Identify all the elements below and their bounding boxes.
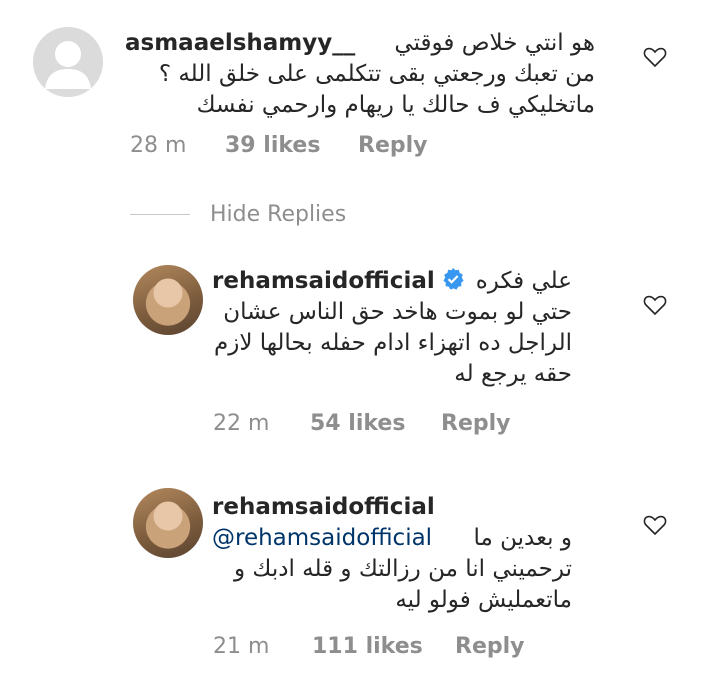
user-silhouette-icon — [45, 41, 91, 89]
divider — [130, 213, 190, 215]
comment-text: rehamsaidofficial علي فكره حتي لو بموت ه… — [212, 266, 572, 390]
heart-icon[interactable] — [643, 514, 667, 536]
comment-1: asmaaelshamyy__ هو انتي خلاص فوقتي من تع… — [0, 0, 710, 170]
comment-time: 21 m — [213, 634, 270, 659]
comment-line: حتي لو بموت هاخد حق الناس عشان — [223, 299, 572, 325]
heart-icon[interactable] — [643, 294, 667, 316]
mention-link[interactable]: @rehamsaidofficial — [212, 523, 432, 554]
comment-username[interactable]: rehamsaidofficial — [212, 492, 572, 523]
comment-line: حقه يرجع له — [454, 361, 572, 387]
comment-line: الراجل ده اتهزاء ادام حفله بحالها لازم — [214, 330, 572, 356]
likes-count[interactable]: 39 likes — [225, 133, 351, 158]
comment-meta: 21 m 111 likes Reply — [213, 634, 525, 659]
comment-line: ترحميني انا من رزالتك و قله ادبك و — [234, 556, 572, 582]
username-text: rehamsaidofficial — [212, 268, 435, 294]
comment-meta: 28 m 39 likes Reply — [130, 133, 428, 158]
avatar-default-icon[interactable] — [33, 27, 103, 97]
avatar[interactable] — [133, 265, 203, 335]
comment-time: 22 m — [213, 411, 270, 436]
comment-text: asmaaelshamyy__ هو انتي خلاص فوقتي من تع… — [125, 28, 595, 121]
reply-2: rehamsaidofficial @rehamsaidofficial و ب… — [0, 478, 710, 678]
reply-1: rehamsaidofficial علي فكره حتي لو بموت ه… — [0, 250, 710, 450]
avatar[interactable] — [133, 488, 203, 558]
comment-username[interactable]: asmaaelshamyy__ — [125, 28, 355, 59]
comment-text: rehamsaidofficial @rehamsaidofficial و ب… — [212, 492, 572, 616]
reply-button[interactable]: Reply — [455, 634, 525, 659]
comment-username[interactable]: rehamsaidofficial — [212, 266, 465, 297]
likes-count[interactable]: 111 likes — [312, 634, 448, 659]
comment-time: 28 m — [130, 133, 187, 158]
hide-replies-label[interactable]: Hide Replies — [210, 202, 346, 227]
comment-line: من تعبك ورجعتي بقى تتكلمى على خلق الله ؟ — [158, 61, 595, 87]
comment-line: و بعدين ما — [473, 525, 572, 551]
comment-meta: 22 m 54 likes Reply — [213, 411, 511, 436]
comment-line: علي فكره — [475, 268, 572, 294]
comment-line: هو انتي خلاص فوقتي — [394, 30, 595, 56]
heart-icon[interactable] — [643, 46, 667, 68]
comment-line: ماتخليكي ف حالك يا ريهام وارحمي نفسك — [196, 92, 595, 118]
verified-badge-icon — [443, 268, 464, 290]
comment-line: ماتعمليش فولو ليه — [395, 587, 572, 613]
likes-count[interactable]: 54 likes — [310, 411, 434, 436]
reply-button[interactable]: Reply — [441, 411, 511, 436]
reply-button[interactable]: Reply — [358, 133, 428, 158]
hide-replies-toggle[interactable]: Hide Replies — [130, 200, 346, 228]
